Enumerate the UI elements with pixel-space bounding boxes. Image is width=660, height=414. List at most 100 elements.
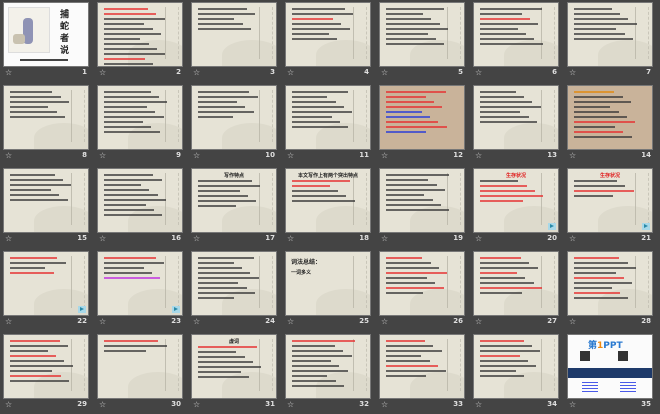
star-outline-icon[interactable]: ☆ xyxy=(99,400,106,409)
star-outline-icon[interactable]: ☆ xyxy=(193,234,200,243)
slide-thumbnail-23[interactable] xyxy=(97,251,183,316)
slide-thumbnail-32[interactable] xyxy=(285,334,371,399)
slide-thumbnail-2[interactable] xyxy=(97,2,183,67)
slide-number: 27 xyxy=(547,317,557,325)
slide-title: 捕蛇者说 xyxy=(60,10,70,56)
slide-thumbnail-35[interactable]: 第1PPT xyxy=(567,334,653,399)
slide-thumbnail-19[interactable] xyxy=(379,168,465,233)
star-outline-icon[interactable]: ☆ xyxy=(193,68,200,77)
star-outline-icon[interactable]: ☆ xyxy=(381,400,388,409)
slide-thumbnail-22[interactable] xyxy=(3,251,89,316)
slide-thumbnail-13[interactable] xyxy=(473,85,559,150)
slide-thumbnail-29[interactable] xyxy=(3,334,89,399)
link-list[interactable] xyxy=(620,382,636,392)
slide-thumbnail-6[interactable] xyxy=(473,2,559,67)
slide-title: 虚词 xyxy=(228,339,239,345)
slide-title: 生存状况 xyxy=(505,173,526,179)
star-outline-icon[interactable]: ☆ xyxy=(381,234,388,243)
star-outline-icon[interactable]: ☆ xyxy=(569,317,576,326)
text-body xyxy=(104,257,168,282)
star-outline-icon[interactable]: ☆ xyxy=(475,68,482,77)
star-outline-icon[interactable]: ☆ xyxy=(381,68,388,77)
slide-thumbnail-12[interactable] xyxy=(379,85,465,150)
slide-thumbnail-9[interactable] xyxy=(97,85,183,150)
slide-thumbnail-28[interactable] xyxy=(567,251,653,316)
slide-thumbnail-slot: ☆ 32 xyxy=(285,334,371,414)
star-outline-icon[interactable]: ☆ xyxy=(569,151,576,160)
star-outline-icon[interactable]: ☆ xyxy=(99,151,106,160)
info-band xyxy=(568,368,652,378)
star-outline-icon[interactable]: ☆ xyxy=(99,317,106,326)
text-body xyxy=(198,180,262,210)
star-outline-icon[interactable]: ☆ xyxy=(381,151,388,160)
slide-thumbnail-7[interactable] xyxy=(567,2,653,67)
slide-thumbnail-21[interactable]: 生存状况 xyxy=(567,168,653,233)
star-outline-icon[interactable]: ☆ xyxy=(569,400,576,409)
star-outline-icon[interactable]: ☆ xyxy=(287,68,294,77)
slide-thumbnail-31[interactable]: 虚词 xyxy=(191,334,277,399)
star-outline-icon[interactable]: ☆ xyxy=(569,234,576,243)
slide-thumbnail-16[interactable] xyxy=(97,168,183,233)
star-outline-icon[interactable]: ☆ xyxy=(99,234,106,243)
slide-thumbnail-18[interactable]: 本文写作上有两个突出特点 xyxy=(285,168,371,233)
star-outline-icon[interactable]: ☆ xyxy=(193,151,200,160)
slide-thumbnail-10[interactable] xyxy=(191,85,277,150)
star-outline-icon[interactable]: ☆ xyxy=(5,151,12,160)
text-body xyxy=(10,340,74,385)
slide-thumbnail-30[interactable] xyxy=(97,334,183,399)
slide-thumbnail-5[interactable] xyxy=(379,2,465,67)
slide-thumbnail-4[interactable] xyxy=(285,2,371,67)
slide-thumbnail-slot: ☆ 29 xyxy=(3,334,89,414)
slide-thumbnail-slot: ☆ 28 xyxy=(567,251,653,331)
slide-thumbnail-27[interactable] xyxy=(473,251,559,316)
star-outline-icon[interactable]: ☆ xyxy=(5,68,12,77)
star-outline-icon[interactable]: ☆ xyxy=(569,68,576,77)
star-outline-icon[interactable]: ☆ xyxy=(475,400,482,409)
star-outline-icon[interactable]: ☆ xyxy=(287,234,294,243)
star-outline-icon[interactable]: ☆ xyxy=(287,151,294,160)
slide-thumbnail-8[interactable] xyxy=(3,85,89,150)
play-icon[interactable] xyxy=(172,306,180,313)
slide-number: 29 xyxy=(77,400,87,408)
star-outline-icon[interactable]: ☆ xyxy=(5,400,12,409)
play-icon[interactable] xyxy=(548,223,556,230)
play-icon[interactable] xyxy=(642,223,650,230)
slide-thumbnail-1[interactable]: 捕蛇者说 xyxy=(3,2,89,67)
slide-thumbnail-33[interactable] xyxy=(379,334,465,399)
slide-thumbnail-34[interactable] xyxy=(473,334,559,399)
slide-thumbnail-slot: ☆ 10 xyxy=(191,85,277,165)
slide-thumbnail-slot: ☆ 26 xyxy=(379,251,465,331)
play-icon[interactable] xyxy=(78,306,86,313)
slide-thumbnail-slot: 虚词 ☆ 31 xyxy=(191,334,277,414)
star-outline-icon[interactable]: ☆ xyxy=(475,234,482,243)
star-outline-icon[interactable]: ☆ xyxy=(193,400,200,409)
star-outline-icon[interactable]: ☆ xyxy=(193,317,200,326)
star-outline-icon[interactable]: ☆ xyxy=(287,317,294,326)
slide-thumbnail-20[interactable]: 生存状况 xyxy=(473,168,559,233)
text-body xyxy=(574,91,638,141)
slide-thumbnail-slot: ☆ 16 xyxy=(97,168,183,248)
text-body xyxy=(292,340,356,390)
slide-number: 15 xyxy=(77,234,87,242)
star-outline-icon[interactable]: ☆ xyxy=(475,317,482,326)
slide-thumbnail-14[interactable] xyxy=(567,85,653,150)
slide-number: 11 xyxy=(359,151,369,159)
slide-thumbnail-24[interactable] xyxy=(191,251,277,316)
slide-thumbnail-26[interactable] xyxy=(379,251,465,316)
slide-number: 32 xyxy=(359,400,369,408)
link-list[interactable] xyxy=(582,382,598,392)
slide-number: 30 xyxy=(171,400,181,408)
slide-thumbnail-slot: 捕蛇者说 ☆ 1 xyxy=(3,2,89,82)
slide-thumbnail-25[interactable]: 词法总结： 一词多义 xyxy=(285,251,371,316)
slide-thumbnail-15[interactable] xyxy=(3,168,89,233)
slide-thumbnail-3[interactable] xyxy=(191,2,277,67)
slide-thumbnail-11[interactable] xyxy=(285,85,371,150)
star-outline-icon[interactable]: ☆ xyxy=(5,317,12,326)
star-outline-icon[interactable]: ☆ xyxy=(287,400,294,409)
slide-thumbnail-17[interactable]: 写作特点 xyxy=(191,168,277,233)
star-outline-icon[interactable]: ☆ xyxy=(381,317,388,326)
star-outline-icon[interactable]: ☆ xyxy=(475,151,482,160)
brand-logo: 第1PPT xyxy=(588,341,623,351)
star-outline-icon[interactable]: ☆ xyxy=(5,234,12,243)
star-outline-icon[interactable]: ☆ xyxy=(99,68,106,77)
